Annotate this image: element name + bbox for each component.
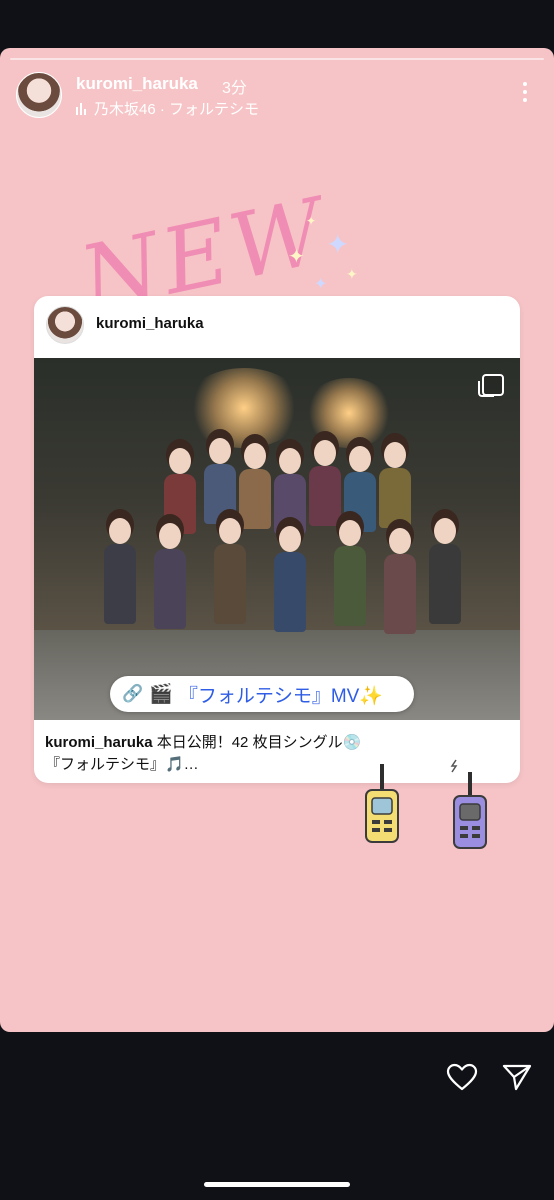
sparkle-icon: ✦ [314,276,328,293]
sparkle-icon: ✦ [288,246,305,268]
heart-icon[interactable] [446,1063,478,1091]
story-progress-bar [10,58,544,60]
stage-light [304,378,394,448]
post-avatar[interactable] [46,306,84,344]
walkie-talkie-icon [450,759,487,849]
story-frame[interactable]: kuromi_haruka 3分 乃木坂46 · フォルテシモ NEW ✦ ✦ … [0,48,554,1032]
stage-light [184,368,304,448]
link-sticker-text: 『フォルテシモ』MV✨ [178,685,384,707]
music-label: 乃木坂46 · フォルテシモ [94,101,260,118]
caption-line2: 『フォルテシモ』🎵… [45,756,199,773]
more-icon[interactable] [522,82,528,102]
sparkle-icon: ✦ [346,266,358,282]
copy-icon [478,374,504,397]
send-icon[interactable] [502,1063,532,1091]
post-caption[interactable]: kuromi_haruka 本日公開！42 枚目シングル💿 『フォルテシモ』🎵… [45,732,510,776]
story-username[interactable]: kuromi_haruka [76,74,198,94]
post-photo[interactable]: 🔗 🎬 『フォルテシモ』MV✨ [34,358,520,720]
caption-line1: 本日公開！42 枚目シングル💿 [152,734,362,751]
music-bars-icon [76,102,88,115]
sparkle-icon: ✦ [306,214,317,228]
avatar[interactable] [16,72,62,118]
story-footer [0,1032,554,1200]
post-username[interactable]: kuromi_haruka [96,315,204,332]
post-header: kuromi_haruka [46,306,508,346]
shared-post-card[interactable]: kuromi_haruka 🔗 🎬 『フォルテシモ』MV✨ kuromi_har… [34,296,520,783]
story-music[interactable]: 乃木坂46 · フォルテシモ [76,98,259,119]
story-time: 3分 [222,80,247,97]
walkie-talkie-icon [365,764,399,843]
sparkle-icon: ✦ [326,229,350,260]
clapperboard-icon: 🎬 [149,684,173,705]
caption-username: kuromi_haruka [45,734,153,751]
story-header: kuromi_haruka 3分 乃木坂46 · フォルテシモ [16,72,538,120]
home-indicator[interactable] [204,1182,350,1187]
link-sticker[interactable]: 🔗 🎬 『フォルテシモ』MV✨ [110,676,414,712]
link-icon: 🔗 [122,684,144,703]
